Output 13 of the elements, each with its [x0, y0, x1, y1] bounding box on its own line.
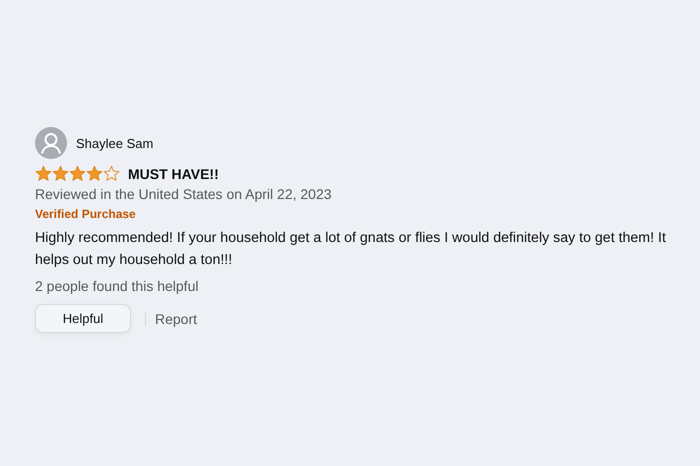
filled-star-icon: [86, 165, 103, 182]
verified-purchase-label: Verified Purchase: [35, 207, 137, 221]
review-text: Highly recommended! If your household get a lot of gnats or flies I would definitely say to get them! It helps out my household a ton!!!: [35, 229, 667, 270]
helpful-count: 2 people found this helpful: [35, 278, 200, 294]
filled-star-icon: [35, 165, 52, 182]
reviewer-name: Shaylee Sam: [76, 136, 154, 150]
review-date: Reviewed in the United States on April 22, 2023: [35, 186, 333, 202]
helpful-button[interactable]: Helpful: [35, 304, 131, 333]
filled-star-icon: [69, 165, 86, 182]
filled-star-icon: [52, 165, 69, 182]
review-title: MUST HAVE!!: [128, 166, 219, 182]
report-link[interactable]: Report: [155, 310, 198, 326]
avatar-icon: [35, 127, 67, 159]
